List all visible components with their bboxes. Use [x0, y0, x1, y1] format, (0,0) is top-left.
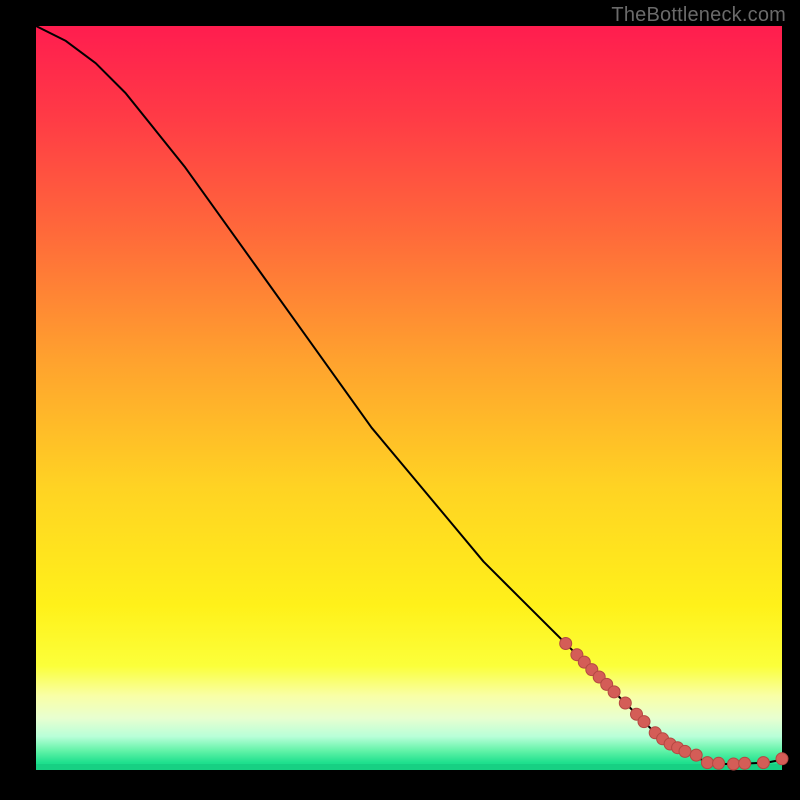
data-marker — [713, 757, 725, 769]
data-marker — [638, 716, 650, 728]
chart-green-band — [36, 764, 782, 770]
data-marker — [739, 757, 751, 769]
data-marker — [619, 697, 631, 709]
data-marker — [776, 753, 788, 765]
data-marker — [679, 745, 691, 757]
data-marker — [757, 757, 769, 769]
bottleneck-chart — [0, 0, 800, 800]
data-marker — [690, 749, 702, 761]
data-marker — [728, 758, 740, 770]
watermark-label: TheBottleneck.com — [611, 4, 786, 27]
data-marker — [560, 638, 572, 650]
chart-gradient-bg — [36, 26, 782, 770]
data-marker — [701, 757, 713, 769]
data-marker — [608, 686, 620, 698]
chart-stage: TheBottleneck.com — [0, 0, 800, 800]
